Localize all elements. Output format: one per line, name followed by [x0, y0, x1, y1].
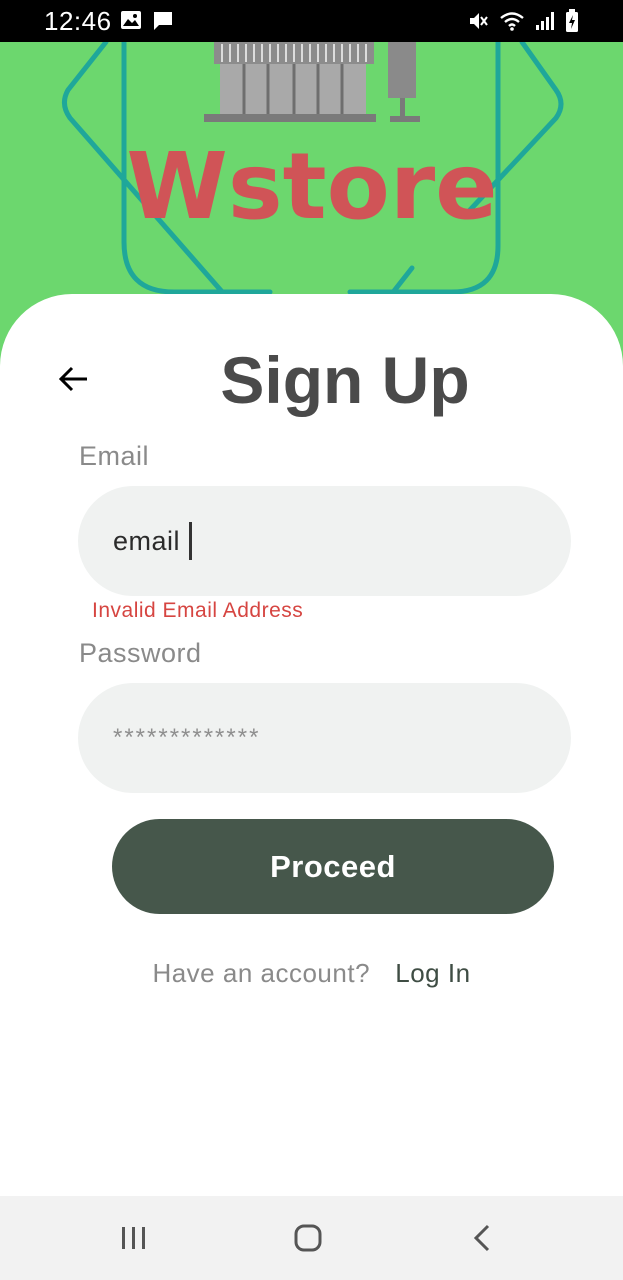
- arrow-left-icon: [58, 366, 87, 392]
- email-label: Email: [79, 441, 150, 471]
- navigation-bar: [0, 1196, 623, 1280]
- system-back-button[interactable]: [460, 1216, 504, 1260]
- page-title: Sign Up: [220, 343, 470, 417]
- battery-charging-icon: [565, 9, 579, 38]
- password-input-value: *************: [113, 724, 261, 751]
- login-link[interactable]: Log In: [395, 958, 470, 988]
- brand-wordmark: Wstore: [126, 133, 497, 240]
- signal-icon: [535, 11, 555, 36]
- mute-icon: [467, 10, 489, 37]
- message-icon: [152, 10, 174, 37]
- password-field[interactable]: *************: [78, 683, 571, 793]
- status-bar: 12:46: [0, 0, 623, 42]
- back-icon: [473, 1224, 490, 1252]
- password-label: Password: [79, 638, 202, 668]
- signup-screen: 12:46 Wstore Sign Up Email email Invalid…: [0, 0, 623, 1280]
- storefront-icon: [204, 42, 420, 122]
- login-prompt: Have an account? Log In: [0, 956, 623, 990]
- home-icon: [294, 1224, 322, 1252]
- home-button[interactable]: [286, 1216, 330, 1260]
- status-time: 12:46: [44, 6, 112, 36]
- email-input-value: email: [113, 525, 181, 556]
- recent-apps-icon: [122, 1227, 145, 1249]
- email-error-message: Invalid Email Address: [92, 599, 304, 622]
- wifi-icon: [499, 10, 525, 37]
- email-field[interactable]: email: [78, 486, 571, 596]
- account-question: Have an account?: [152, 958, 371, 988]
- image-icon: [120, 10, 142, 37]
- back-button[interactable]: [52, 358, 94, 400]
- status-notification-icons: [120, 10, 174, 37]
- status-system-icons: [467, 9, 579, 38]
- text-cursor: [189, 522, 193, 560]
- recent-apps-button[interactable]: [112, 1216, 156, 1260]
- proceed-button[interactable]: Proceed: [112, 819, 554, 914]
